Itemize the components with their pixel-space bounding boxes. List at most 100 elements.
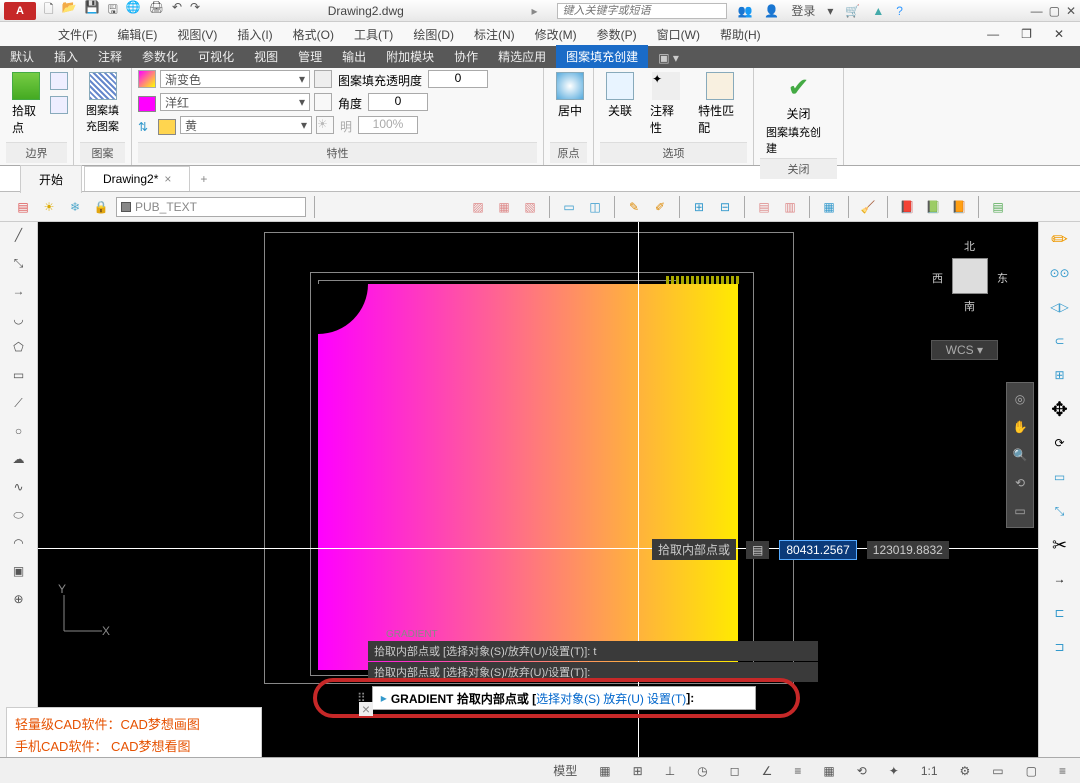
plot-icon[interactable]: 🖨 — [149, 0, 164, 21]
pan-icon[interactable]: ✋ — [1010, 417, 1030, 437]
tb-ico-3[interactable]: ▧ — [519, 196, 541, 218]
center-button[interactable]: 居中 — [550, 70, 590, 121]
ortho-icon[interactable]: ⊥ — [659, 762, 681, 780]
doc-restore-icon[interactable]: ❐ — [1013, 25, 1040, 43]
rtab-visualize[interactable]: 可视化 — [188, 45, 244, 68]
menu-param[interactable]: 参数(P) — [589, 24, 645, 45]
anno-icon[interactable]: ✦ — [883, 762, 905, 780]
login-dropdown-icon[interactable]: ▾ — [827, 4, 833, 18]
tb-ico-4[interactable]: ▭ — [558, 196, 580, 218]
move-icon[interactable]: ✥ — [1046, 396, 1074, 422]
layer-sun-icon[interactable]: ☀ — [38, 196, 60, 218]
transparency-icon[interactable] — [314, 70, 332, 88]
menu-dimension[interactable]: 标注(N) — [466, 24, 523, 45]
polar-icon[interactable]: ◷ — [691, 762, 713, 780]
layer-combo[interactable]: PUB_TEXT — [116, 197, 306, 217]
showmotion-icon[interactable]: ▭ — [1010, 501, 1030, 521]
tb-ico-14[interactable]: 📗 — [922, 196, 944, 218]
tab-add-icon[interactable]: + — [192, 168, 215, 190]
undo-icon[interactable]: ↶ — [172, 0, 182, 21]
arc-icon[interactable]: ◡ — [8, 310, 30, 328]
angle-icon[interactable] — [314, 93, 332, 111]
pick-points-button[interactable]: 拾取点 — [6, 70, 46, 138]
cursor-menu-icon[interactable]: ▤ — [746, 541, 769, 559]
mirror-icon[interactable]: ◁▷ — [1046, 294, 1074, 320]
rtab-insert[interactable]: 插入 — [44, 45, 88, 68]
wcs-label[interactable]: WCS ▾ — [931, 340, 998, 360]
ws-icon[interactable]: ⚙ — [954, 762, 977, 780]
tb-ico-12[interactable]: ▦ — [818, 196, 840, 218]
maximize-icon[interactable]: ▢ — [1049, 4, 1060, 18]
hatch-type-icon[interactable] — [138, 70, 156, 88]
rtab-manage[interactable]: 管理 — [288, 45, 332, 68]
insert-icon[interactable]: ⊕ — [8, 590, 30, 608]
tb-ico-7[interactable]: ✐ — [649, 196, 671, 218]
layer-lock-icon[interactable]: 🔒 — [90, 196, 112, 218]
menu-tools[interactable]: 工具(T) — [346, 24, 401, 45]
rtab-view[interactable]: 视图 — [244, 45, 288, 68]
offset-icon[interactable]: ⊂ — [1046, 328, 1074, 354]
redo-icon[interactable]: ↷ — [190, 0, 200, 21]
save-icon[interactable]: 💾 — [85, 0, 100, 21]
doc-min-icon[interactable]: — — [979, 25, 1007, 43]
pencil-icon[interactable]: ✏ — [1046, 226, 1074, 252]
web-icon[interactable]: 🌐 — [126, 0, 141, 21]
cmdline-close-icon[interactable]: × — [359, 702, 373, 716]
drawing-canvas[interactable]: 拾取内部点或 ▤ 80431.2567 123019.8832 GRADIENT… — [38, 222, 1038, 762]
tb-ico-15[interactable]: 📙 — [948, 196, 970, 218]
close-hatch-button[interactable]: ✔ 关闭 图案填充创建 — [760, 70, 837, 158]
polygon-icon[interactable]: ⬠ — [8, 338, 30, 356]
orbit-icon[interactable]: ⟲ — [1010, 473, 1030, 493]
ellipse-icon[interactable]: ⬭ — [8, 506, 30, 524]
scale-icon[interactable]: ▭ — [1046, 464, 1074, 490]
circle-icon[interactable]: ○ — [8, 422, 30, 440]
lweight-icon[interactable]: ≡ — [788, 762, 807, 780]
cursor-x[interactable]: 80431.2567 — [779, 540, 856, 560]
otrack-icon[interactable]: ∠ — [756, 762, 779, 780]
layer-freeze-icon[interactable]: ❄ — [64, 196, 86, 218]
transparency-value[interactable]: 0 — [428, 70, 488, 88]
color2-swatch[interactable] — [158, 119, 176, 135]
menu-edit[interactable]: 编辑(E) — [109, 24, 165, 45]
doc-close-icon[interactable]: ✕ — [1046, 25, 1072, 43]
tb-ico-10[interactable]: ▤ — [753, 196, 775, 218]
open-icon[interactable]: 📂 — [62, 0, 77, 21]
custom-icon[interactable]: ≡ — [1053, 762, 1072, 780]
monitor-icon[interactable]: ▭ — [986, 762, 1009, 780]
tb-ico-2[interactable]: ▦ — [493, 196, 515, 218]
layer-props-icon[interactable]: ▤ — [12, 196, 34, 218]
login-link[interactable]: 登录 — [791, 2, 815, 19]
hatch-pattern-button[interactable]: 图案填充图案 — [80, 70, 125, 136]
rtab-default[interactable]: 默认 — [0, 45, 44, 68]
rtab-annotate[interactable]: 注释 — [88, 45, 132, 68]
break-icon[interactable]: ⊏ — [1046, 600, 1074, 626]
app-icon[interactable]: ▲ — [872, 4, 884, 18]
tb-ico-11[interactable]: ▥ — [779, 196, 801, 218]
bright-icon[interactable]: ☀ — [316, 116, 334, 134]
menu-insert[interactable]: 插入(I) — [229, 24, 280, 45]
menu-window[interactable]: 窗口(W) — [649, 24, 708, 45]
color2-dropdown[interactable]: 黄 — [180, 116, 312, 134]
panel-options-label[interactable]: 选项 — [600, 142, 747, 163]
panel-properties-label[interactable]: 特性 — [138, 142, 537, 163]
close-icon[interactable]: ✕ — [1066, 4, 1076, 18]
tb-ico-16[interactable]: ▤ — [987, 196, 1009, 218]
tab-close-icon[interactable]: × — [164, 172, 171, 186]
assoc-button[interactable]: 关联 — [600, 70, 640, 121]
trans-icon[interactable]: ▦ — [817, 762, 840, 780]
menu-view[interactable]: 视图(V) — [169, 24, 225, 45]
pline-icon[interactable]: ⤡ — [8, 254, 30, 272]
annot-button[interactable]: ✦注释性 — [644, 70, 688, 138]
tab-start[interactable]: 开始 — [20, 165, 82, 193]
command-input[interactable]: ▸ GRADIENT 拾取内部点或 [ 选择对象(S) 放弃(U) 设置(T) … — [372, 686, 756, 710]
block-icon[interactable]: ▣ — [8, 562, 30, 580]
circles-icon[interactable]: ⊙⊙ — [1046, 260, 1074, 286]
scale-status-icon[interactable]: 1:1 — [915, 762, 944, 780]
tab-drawing[interactable]: Drawing2*× — [84, 166, 190, 191]
community-icon[interactable]: 👥 — [737, 4, 752, 18]
rtab-featured[interactable]: 精选应用 — [488, 45, 556, 68]
menu-help[interactable]: 帮助(H) — [712, 24, 769, 45]
spline-icon[interactable]: ∿ — [8, 478, 30, 496]
join-icon[interactable]: ⊐ — [1046, 634, 1074, 660]
tb-ico-5[interactable]: ◫ — [584, 196, 606, 218]
